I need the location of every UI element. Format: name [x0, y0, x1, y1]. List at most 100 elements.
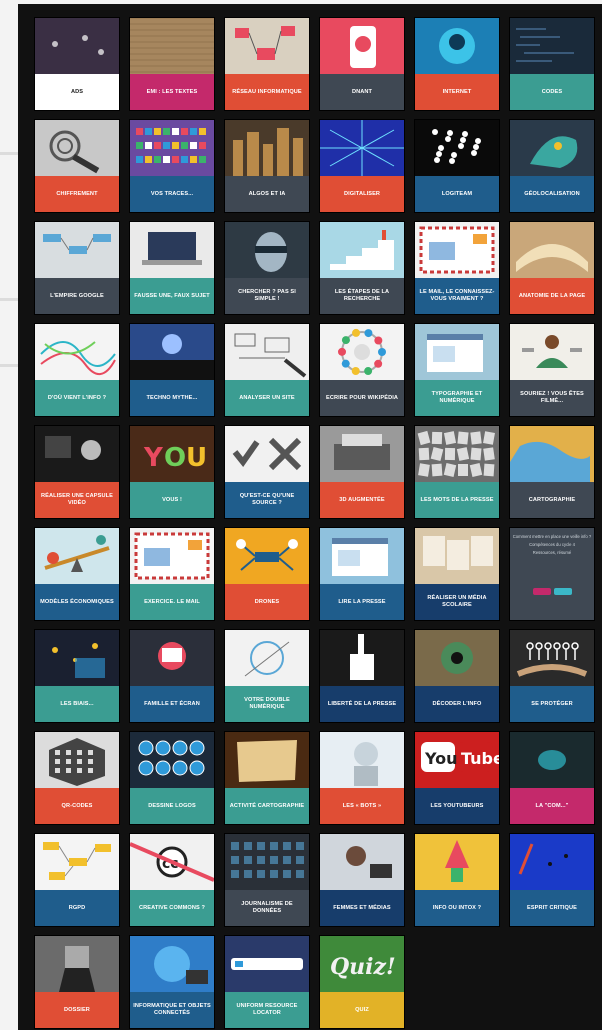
activity-tile[interactable]: Géolocalisation	[510, 120, 594, 212]
activity-tile[interactable]: Le mail, le connaissez-vous vraiment ?	[415, 222, 499, 314]
laptop-icon	[130, 222, 214, 278]
tile-label: Réaliser un média scolaire	[427, 595, 487, 608]
activity-tile[interactable]: Famille et écran	[130, 630, 214, 722]
activity-tile[interactable]: Chercher ? Pas si simple !	[225, 222, 309, 314]
activity-tile[interactable]: Info ou Intox ?	[415, 834, 499, 926]
link-pill[interactable]	[553, 588, 572, 595]
activity-tile[interactable]: Réseau informatique	[225, 18, 309, 110]
tile-label: Réaliser une capsule vidéo	[41, 493, 113, 506]
map-pin-icon	[510, 120, 594, 176]
activity-tile[interactable]: Uniform Resource Locator	[225, 936, 309, 1028]
woman-icon	[320, 834, 404, 890]
activity-tile[interactable]: Dessine Logos	[130, 732, 214, 824]
tile-label: Esprit critique	[527, 904, 577, 911]
activity-tile[interactable]: La "Com..."	[510, 732, 594, 824]
tile-label: Les mots de la presse	[420, 496, 494, 503]
activity-tile[interactable]: Réaliser un média scolaire	[415, 528, 499, 620]
tile-label: Internet	[442, 88, 472, 95]
activity-tile[interactable]: Cartographie	[510, 426, 594, 518]
activity-tile[interactable]: Fausse Une, faux sujet	[130, 222, 214, 314]
activity-tile[interactable]: Codes	[510, 18, 594, 110]
robot-icon	[320, 732, 404, 788]
tile-label: QR-Codes	[61, 802, 93, 809]
activity-tile[interactable]: Dossier	[35, 936, 119, 1028]
activity-tile[interactable]: Exercice. Le mail	[130, 528, 214, 620]
tile-label: Souriez ! Vous êtes filmé...	[520, 391, 584, 404]
activity-tile[interactable]: Les mots de la presse	[415, 426, 499, 518]
activity-tile[interactable]: L'empire Google	[35, 222, 119, 314]
activity-tile[interactable]: Les étapes de la recherche	[320, 222, 404, 314]
globe-icon	[415, 18, 499, 74]
tile-label: Cartographie	[528, 496, 576, 503]
tile-label: Uniform Resource Locator	[236, 1003, 298, 1016]
activity-tile[interactable]: Décoder l'info	[415, 630, 499, 722]
tile-label: Qu'est-ce qu'une source ?	[239, 493, 295, 506]
activity-tile[interactable]: Esprit critique	[510, 834, 594, 926]
activity-tile[interactable]: Techno mythe...	[130, 324, 214, 416]
activity-tile[interactable]: Logiteam	[415, 120, 499, 212]
link-pill[interactable]	[532, 588, 551, 595]
tile-label: Creative commons ?	[138, 904, 206, 911]
tile-label: Info ou Intox ?	[432, 904, 482, 911]
activity-tile[interactable]: RGPD	[35, 834, 119, 926]
fist-pen-icon	[320, 630, 404, 686]
activity-tile[interactable]: Se protéger	[510, 630, 594, 722]
tile-label: Fausse Une, faux sujet	[134, 292, 210, 299]
earth-devices-icon	[130, 936, 214, 992]
circuit-icon	[320, 120, 404, 176]
activity-tile[interactable]: Souriez ! Vous êtes filmé...	[510, 324, 594, 416]
activity-tile[interactable]: Anatomie de la page	[510, 222, 594, 314]
tile-label: La "Com..."	[535, 802, 569, 809]
activity-tile[interactable]: Dnant	[320, 18, 404, 110]
activity-tile[interactable]: Votre double numérique	[225, 630, 309, 722]
tile-label: Digitaliser	[343, 190, 381, 197]
activity-tile[interactable]: Femmes et médias	[320, 834, 404, 926]
activity-tile[interactable]: Qu'est-ce qu'une source ?	[225, 426, 309, 518]
activity-tile[interactable]: Informatique et objets connectés	[130, 936, 214, 1028]
activity-tile[interactable]: Réaliser une capsule vidéo	[35, 426, 119, 518]
background-divider	[0, 152, 20, 155]
activity-tile[interactable]: Algos et IA	[225, 120, 309, 212]
activity-tile[interactable]: cc Creative commons ?	[130, 834, 214, 926]
veille-info-line: Ressources, résumé	[532, 549, 572, 555]
activity-tile[interactable]: Analyser un site	[225, 324, 309, 416]
network-illustration-icon	[225, 18, 309, 74]
activity-tile[interactable]: Les biais...	[35, 630, 119, 722]
activity-tile[interactable]: Lire la Presse	[320, 528, 404, 620]
tile-label: Famille et écran	[144, 700, 200, 707]
activity-tile[interactable]: Activité cartographie	[225, 732, 309, 824]
tile-label: Réseau informatique	[232, 88, 302, 95]
tile-label: Vous !	[162, 496, 182, 503]
activity-tile[interactable]: Vos traces...	[130, 120, 214, 212]
tile-label: L'empire Google	[50, 292, 104, 299]
activity-tile[interactable]: Modèles économiques	[35, 528, 119, 620]
you-letters-icon: YOU	[130, 426, 214, 482]
activity-tile[interactable]: Ads	[35, 18, 119, 110]
activity-tile[interactable]: Chiffrement	[35, 120, 119, 212]
tile-label: Techno mythe...	[146, 394, 198, 401]
activity-tile[interactable]: Drones	[225, 528, 309, 620]
activity-tile[interactable]: 3D augmentée	[320, 426, 404, 518]
tile-label: Dossier	[64, 1006, 90, 1013]
activity-tile[interactable]: Y O U Vous !	[130, 426, 214, 518]
activity-tile[interactable]: Internet	[415, 18, 499, 110]
city-icon	[225, 120, 309, 176]
tile-label: Algos et IA	[248, 190, 286, 197]
activity-tile[interactable]: You Tube Les youtubeurs	[415, 732, 499, 824]
network-icon	[35, 18, 119, 74]
hands-people-icon	[510, 630, 594, 686]
activity-tile[interactable]: Liberté de la Presse	[320, 630, 404, 722]
veille-info-tile[interactable]: Comment mettre en place une veille info …	[510, 528, 594, 620]
activity-tile[interactable]: QR-Codes	[35, 732, 119, 824]
tile-label: Les étapes de la recherche	[334, 289, 390, 302]
activity-tile[interactable]: Journalisme de données	[225, 834, 309, 926]
activity-tile[interactable]: D'où vient l'info ?	[35, 324, 119, 416]
activity-tile[interactable]: Typographie et numérique	[415, 324, 499, 416]
activity-tile[interactable]: Ecrire pour Wikipédia	[320, 324, 404, 416]
activity-tile[interactable]: Les « bots »	[320, 732, 404, 824]
activity-tile[interactable]: EMI : Les textes	[130, 18, 214, 110]
activity-tile[interactable]: Quiz! Quiz	[320, 936, 404, 1028]
activity-tile[interactable]: Digitaliser	[320, 120, 404, 212]
hand-drawing-icon	[225, 324, 309, 380]
tile-label: Chiffrement	[56, 190, 98, 197]
